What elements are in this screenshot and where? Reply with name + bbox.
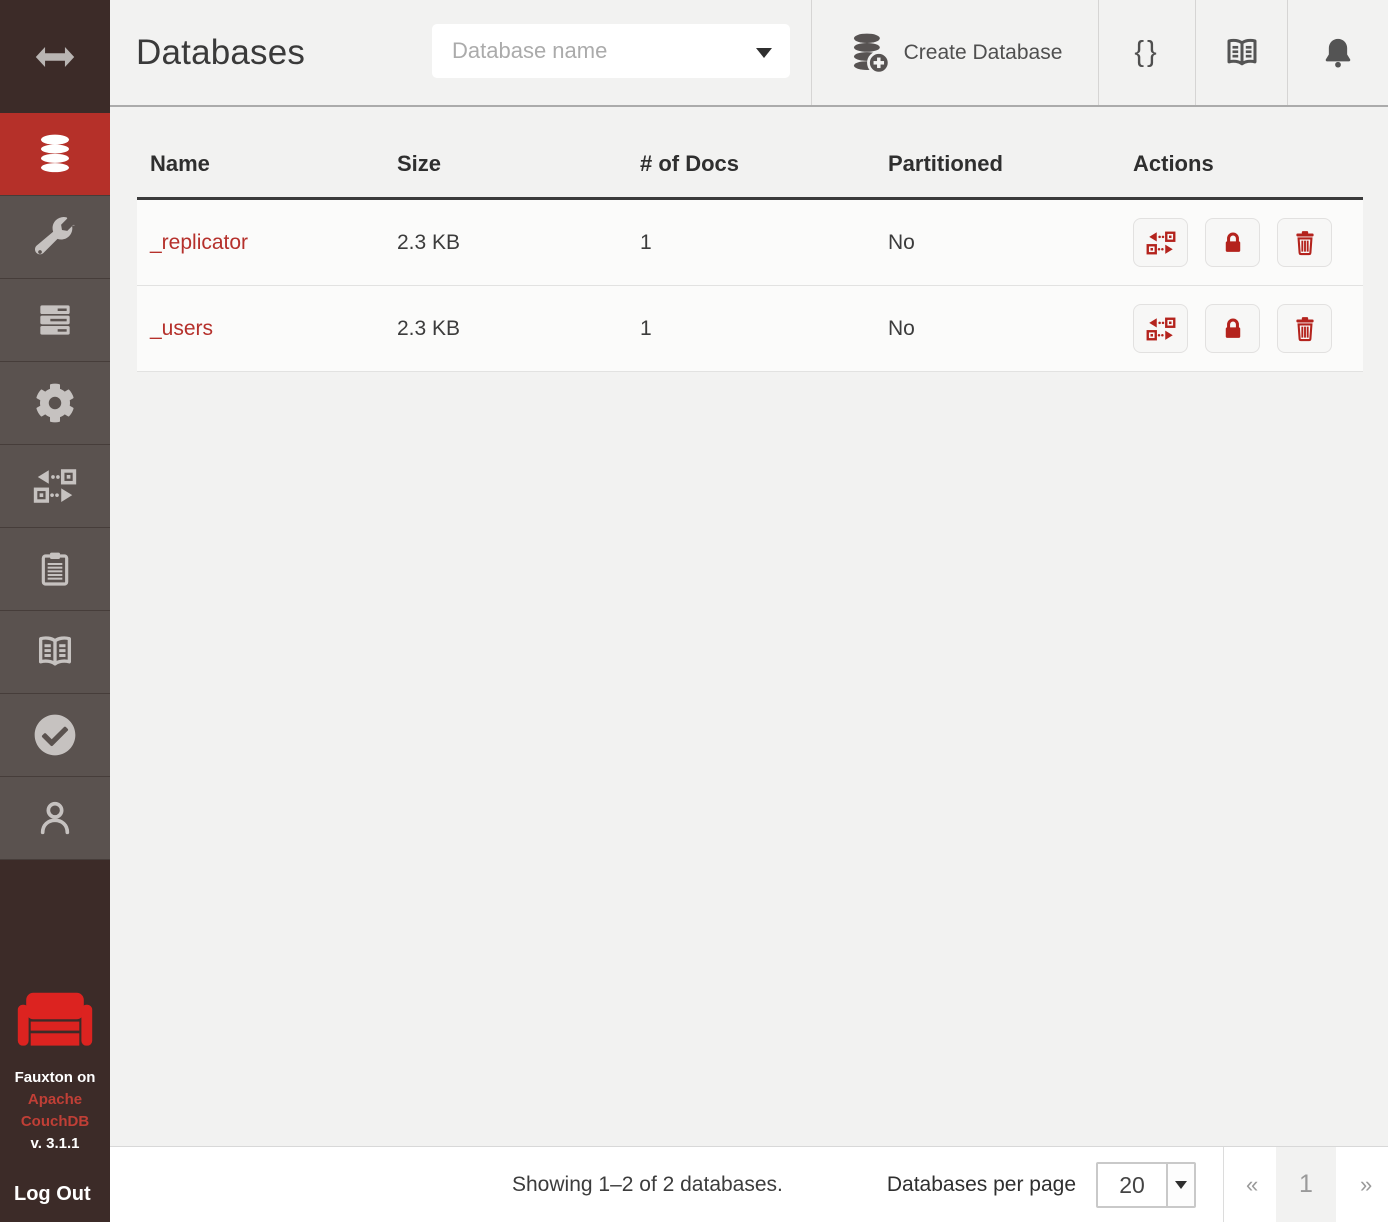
database-size: 2.3 KB xyxy=(384,317,627,341)
pagination-page-1[interactable]: 1 xyxy=(1276,1147,1336,1222)
sidebar-item-active-tasks[interactable] xyxy=(0,279,110,362)
database-doc-count: 1 xyxy=(627,231,875,255)
lock-icon xyxy=(1219,315,1247,343)
bell-icon xyxy=(1320,34,1356,72)
sidebar-branding: Fauxton on Apache CouchDB v. 3.1.1 xyxy=(0,991,110,1183)
database-name-search xyxy=(432,24,790,78)
set-permissions-button[interactable] xyxy=(1205,218,1260,267)
trash-icon xyxy=(1291,315,1319,343)
database-name-input[interactable] xyxy=(432,24,790,78)
pagination-footer: Showing 1–2 of 2 databases. Databases pe… xyxy=(110,1146,1388,1222)
column-header-docs: # of Docs xyxy=(627,151,875,177)
footer-divider xyxy=(1223,1147,1224,1222)
database-doc-count: 1 xyxy=(627,317,875,341)
trash-icon xyxy=(1291,229,1319,257)
column-header-actions: Actions xyxy=(1120,151,1363,177)
resize-horizontal-icon xyxy=(34,45,76,69)
database-icon xyxy=(35,132,75,176)
sidebar-item-replication[interactable] xyxy=(0,445,110,528)
branding-line-fauxton: Fauxton on xyxy=(0,1067,110,1089)
per-page-label: Databases per page xyxy=(887,1173,1076,1197)
replicate-database-button[interactable] xyxy=(1133,304,1188,353)
database-size: 2.3 KB xyxy=(384,231,627,255)
notifications-button[interactable] xyxy=(1287,0,1388,105)
table-row: _users 2.3 KB 1 No xyxy=(137,286,1363,372)
sidebar-collapse-button[interactable] xyxy=(0,0,110,113)
sidebar-item-verify[interactable] xyxy=(0,694,110,777)
chevron-down-icon xyxy=(1175,1181,1187,1189)
sidebar-item-configuration[interactable] xyxy=(0,362,110,445)
logout-button[interactable]: Log Out xyxy=(0,1183,110,1222)
lock-icon xyxy=(1219,229,1247,257)
showing-summary: Showing 1–2 of 2 databases. xyxy=(512,1173,783,1197)
open-book-icon xyxy=(32,631,78,673)
page-title: Databases xyxy=(136,33,305,73)
database-partitioned: No xyxy=(875,231,1120,255)
create-database-label: Create Database xyxy=(904,41,1063,65)
sidebar: Fauxton on Apache CouchDB v. 3.1.1 Log O… xyxy=(0,0,110,1222)
page-header: Databases Create Database {} xyxy=(110,0,1388,107)
api-url-button[interactable]: {} xyxy=(1098,0,1195,105)
sidebar-item-active-tasks-list[interactable] xyxy=(0,528,110,611)
database-link[interactable]: _replicator xyxy=(150,231,248,254)
table-row: _replicator 2.3 KB 1 No xyxy=(137,200,1363,286)
sidebar-item-databases[interactable] xyxy=(0,113,110,196)
check-circle-icon xyxy=(34,714,76,756)
documentation-button[interactable] xyxy=(1195,0,1287,105)
replication-icon xyxy=(33,464,77,508)
gear-icon xyxy=(35,383,75,423)
open-book-icon xyxy=(1221,34,1263,72)
select-caret-box[interactable] xyxy=(1166,1164,1194,1206)
per-page-select[interactable]: 20 xyxy=(1096,1162,1196,1208)
branding-line-couchdb: Apache CouchDB xyxy=(0,1089,110,1133)
wrench-icon xyxy=(35,217,75,257)
server-rack-icon xyxy=(34,300,76,340)
database-link[interactable]: _users xyxy=(150,317,213,340)
per-page-value: 20 xyxy=(1098,1172,1166,1199)
couch-icon xyxy=(16,991,94,1051)
set-permissions-button[interactable] xyxy=(1205,304,1260,353)
user-icon xyxy=(35,797,75,839)
branding-version: v. 3.1.1 xyxy=(0,1133,110,1155)
databases-table: Name Size # of Docs Partitioned Actions … xyxy=(137,130,1363,372)
sidebar-item-setup[interactable] xyxy=(0,196,110,279)
replication-icon xyxy=(1146,228,1176,258)
delete-database-button[interactable] xyxy=(1277,304,1332,353)
delete-database-button[interactable] xyxy=(1277,218,1332,267)
braces-icon: {} xyxy=(1134,36,1159,69)
column-header-size: Size xyxy=(384,151,627,177)
pagination-prev-button[interactable]: « xyxy=(1246,1172,1258,1198)
sidebar-item-account[interactable] xyxy=(0,777,110,860)
header-actions: Create Database {} xyxy=(811,0,1388,105)
database-add-icon xyxy=(848,30,890,76)
clipboard-icon xyxy=(35,548,75,590)
create-database-button[interactable]: Create Database xyxy=(811,0,1098,105)
table-header-row: Name Size # of Docs Partitioned Actions xyxy=(137,130,1363,200)
pagination-next-button[interactable]: » xyxy=(1360,1172,1372,1198)
sidebar-spacer xyxy=(0,860,110,991)
column-header-name: Name xyxy=(137,151,384,177)
sidebar-item-documentation[interactable] xyxy=(0,611,110,694)
column-header-partitioned: Partitioned xyxy=(875,151,1120,177)
database-partitioned: No xyxy=(875,317,1120,341)
replication-icon xyxy=(1146,314,1176,344)
replicate-database-button[interactable] xyxy=(1133,218,1188,267)
